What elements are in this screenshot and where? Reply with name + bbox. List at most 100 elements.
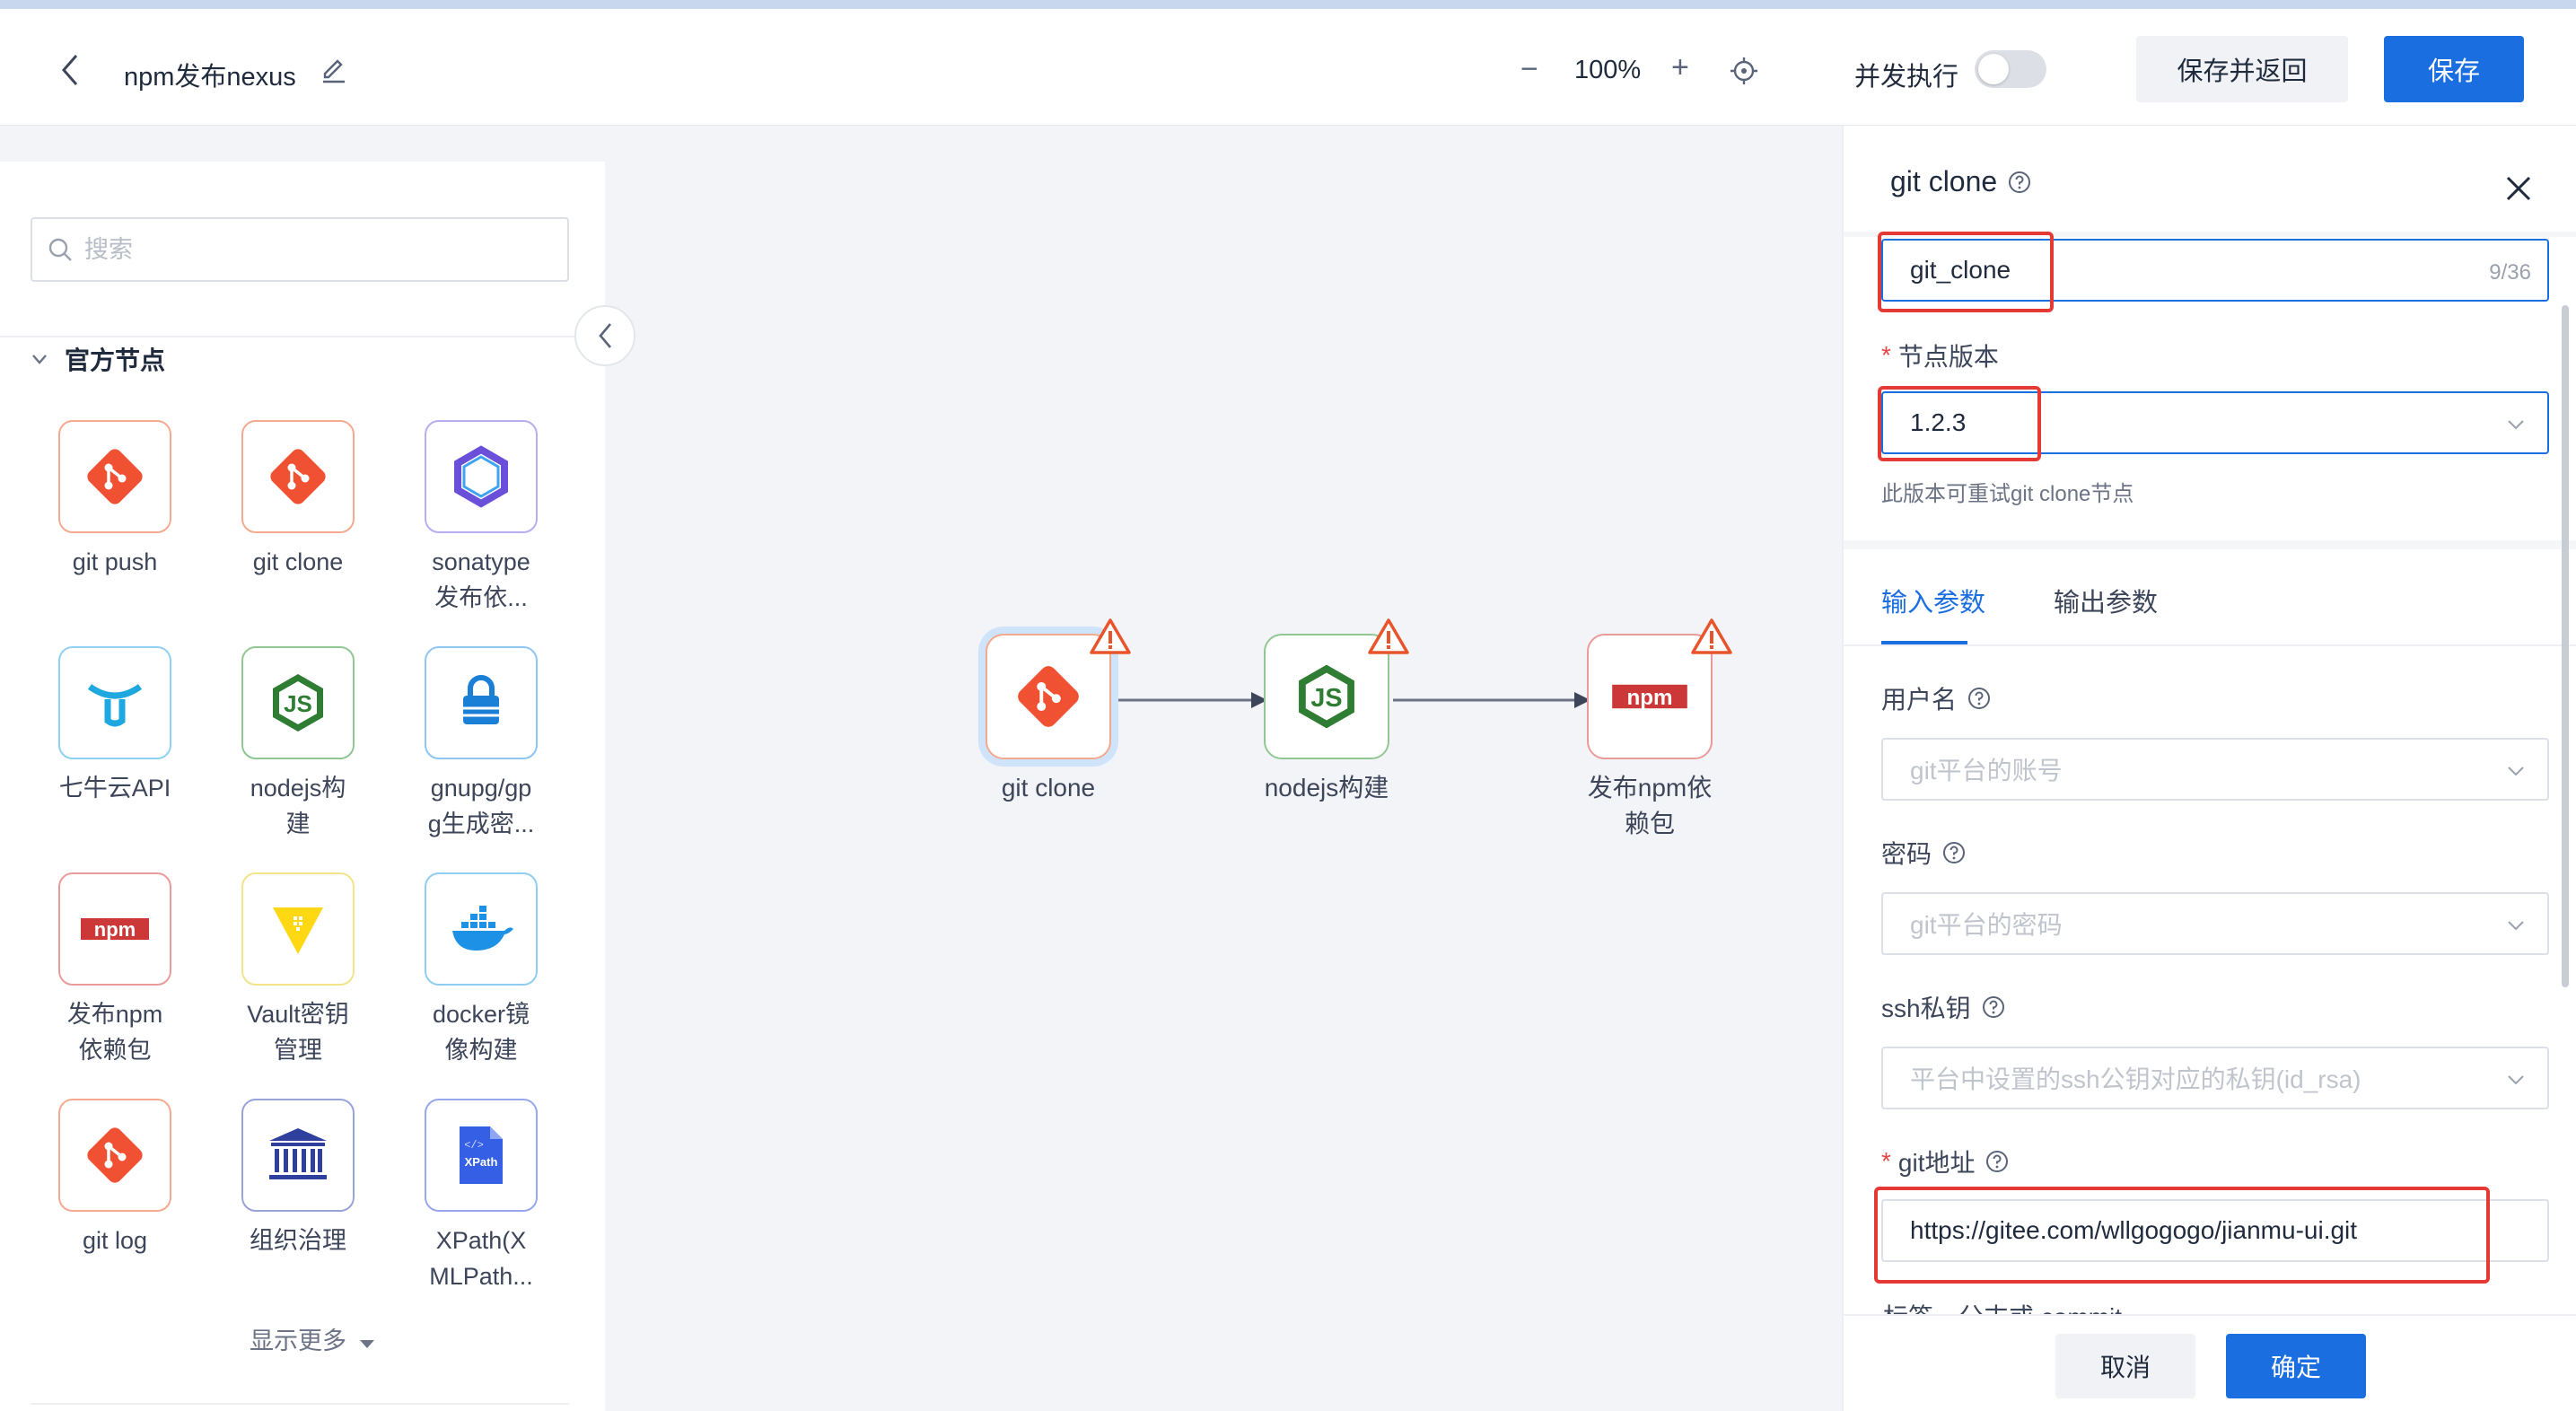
ssh-placeholder: 平台中设置的ssh公钥对应的私钥(id_rsa)	[1910, 1065, 2361, 1093]
version-hint: 此版本可重试git clone节点	[1881, 482, 2134, 506]
show-more-button[interactable]: 显示更多	[250, 1321, 375, 1356]
top-toolbar: npm发布nexus − 100% + 并发执行 保存并返回 保存	[0, 9, 2576, 126]
pipeline-title: npm发布nexus	[124, 63, 296, 92]
window-top-strip	[0, 0, 2576, 9]
canvas-node-nodejs[interactable]: JS nodejs构建	[1228, 634, 1425, 806]
scrollbar[interactable]	[2562, 305, 2569, 987]
password-select[interactable]: git平台的密码	[1881, 892, 2549, 955]
git-url-label: git地址	[1897, 1149, 1976, 1177]
xpath-icon: XPath </>	[425, 1099, 538, 1212]
help-icon[interactable]	[1982, 995, 2005, 1019]
node-label: MLPath...	[429, 1263, 533, 1290]
node-label: 七牛云API	[58, 775, 171, 802]
password-label-row: 密码	[1881, 835, 1966, 871]
chevron-down-icon	[2508, 1075, 2524, 1085]
library-node-gnupg[interactable]: gnupg/gp g生成密...	[391, 646, 571, 842]
workflow-canvas[interactable]: git clone JS nodejs构建 npm 发布npm依 赖包	[605, 126, 1842, 1411]
zoom-level: 100%	[1574, 56, 1642, 84]
node-library-panel: 官方节点 git push git clone sonatype 发布依... …	[0, 162, 605, 1411]
warning-icon[interactable]	[1691, 618, 1732, 655]
help-icon[interactable]	[2008, 171, 2031, 194]
help-icon[interactable]	[1985, 1150, 2009, 1173]
help-icon[interactable]	[1967, 687, 1991, 710]
node-label: 依赖包	[78, 1037, 152, 1064]
library-node-npm[interactable]: npm 发布npm 依赖包	[25, 872, 205, 1068]
library-node-xpath[interactable]: XPath </> XPath(X MLPath...	[391, 1099, 571, 1294]
help-icon[interactable]	[1942, 841, 1966, 864]
cancel-button[interactable]: 取消	[2055, 1334, 2195, 1398]
zoom-out-button[interactable]: −	[1520, 52, 1538, 87]
username-placeholder: git平台的账号	[1910, 757, 2063, 784]
ssh-label: ssh私钥	[1881, 995, 1971, 1022]
divider	[1844, 540, 2576, 549]
library-node-sonatype[interactable]: sonatype 发布依...	[391, 420, 571, 616]
canvas-node-git-clone[interactable]: git clone	[950, 634, 1147, 806]
tab-input-params[interactable]: 输入参数	[1881, 582, 1985, 619]
node-label: 发布npm	[66, 1001, 163, 1028]
username-label: 用户名	[1881, 686, 1958, 714]
tab-divider	[1844, 644, 2576, 646]
section-toggle-official[interactable]: 官方节点	[31, 341, 165, 377]
chevron-down-icon	[2508, 921, 2524, 931]
docker-icon	[425, 872, 538, 986]
save-button[interactable]: 保存	[2384, 36, 2524, 102]
save-and-return-button[interactable]: 保存并返回	[2136, 36, 2348, 102]
library-node-vault[interactable]: Vault密钥 管理	[208, 872, 388, 1068]
highlight-box	[1878, 232, 2054, 312]
chevron-down-icon	[32, 355, 47, 364]
active-tab-indicator	[1881, 641, 1967, 644]
warning-icon[interactable]	[1368, 618, 1409, 655]
qiniu-icon	[58, 646, 171, 759]
svg-text:</>: </>	[464, 1139, 484, 1152]
warning-icon[interactable]	[1090, 618, 1131, 655]
zoom-in-button[interactable]: +	[1671, 50, 1689, 85]
toggle-knob	[1978, 54, 2009, 84]
back-button[interactable]	[52, 50, 88, 90]
password-label: 密码	[1881, 840, 1932, 868]
edit-icon[interactable]	[320, 56, 348, 84]
locate-icon[interactable]	[1729, 56, 1759, 86]
library-node-git-clone[interactable]: git clone	[208, 420, 388, 580]
bank-icon	[241, 1099, 355, 1212]
confirm-button[interactable]: 确定	[2226, 1334, 2366, 1398]
search-box[interactable]	[31, 217, 569, 282]
library-node-nodejs[interactable]: JS nodejs构 建	[208, 646, 388, 842]
nodejs-icon: JS	[241, 646, 355, 759]
tab-output-params[interactable]: 输出参数	[2054, 582, 2158, 619]
close-icon[interactable]	[2501, 171, 2537, 206]
search-icon	[48, 238, 72, 261]
search-input[interactable]	[84, 235, 515, 264]
section-title: 官方节点	[65, 346, 166, 374]
node-label: 像构建	[444, 1037, 518, 1064]
node-label: 发布依...	[434, 584, 528, 611]
concurrent-toggle[interactable]	[1975, 50, 2046, 88]
char-counter: 9/36	[2489, 260, 2531, 285]
panel-title: git clone	[1890, 165, 1998, 197]
username-label-row: 用户名	[1881, 680, 1991, 716]
divider	[31, 1403, 569, 1405]
username-select[interactable]: git平台的账号	[1881, 738, 2549, 801]
git-url-label-row: * git地址	[1881, 1144, 2009, 1179]
node-label: 管理	[274, 1037, 322, 1064]
chevron-down-icon	[2508, 767, 2524, 776]
node-label: gnupg/gp	[430, 775, 532, 802]
node-label: docker镜	[432, 1001, 530, 1028]
library-node-docker[interactable]: docker镜 像构建	[391, 872, 571, 1068]
password-placeholder: git平台的密码	[1910, 911, 2063, 939]
node-label: sonatype	[432, 548, 530, 575]
library-node-git-log[interactable]: git log	[25, 1099, 205, 1258]
node-label: 组织治理	[250, 1227, 346, 1254]
library-node-governance[interactable]: 组织治理	[208, 1099, 388, 1258]
caret-down-icon	[359, 1340, 374, 1348]
version-label: 节点版本	[1897, 343, 1999, 371]
canvas-node-npm[interactable]: npm 发布npm依 赖包	[1551, 634, 1748, 842]
svg-text:JS: JS	[284, 690, 312, 717]
canvas-node-label: 赖包	[1624, 810, 1675, 837]
library-node-qiniu[interactable]: 七牛云API	[25, 646, 205, 806]
library-node-git-push[interactable]: git push	[25, 420, 205, 580]
chevron-down-icon	[2508, 420, 2524, 430]
ssh-key-select[interactable]: 平台中设置的ssh公钥对应的私钥(id_rsa)	[1881, 1047, 2549, 1109]
git-icon	[58, 420, 171, 533]
canvas-node-label: nodejs构建	[1264, 774, 1389, 802]
divider	[0, 336, 605, 337]
